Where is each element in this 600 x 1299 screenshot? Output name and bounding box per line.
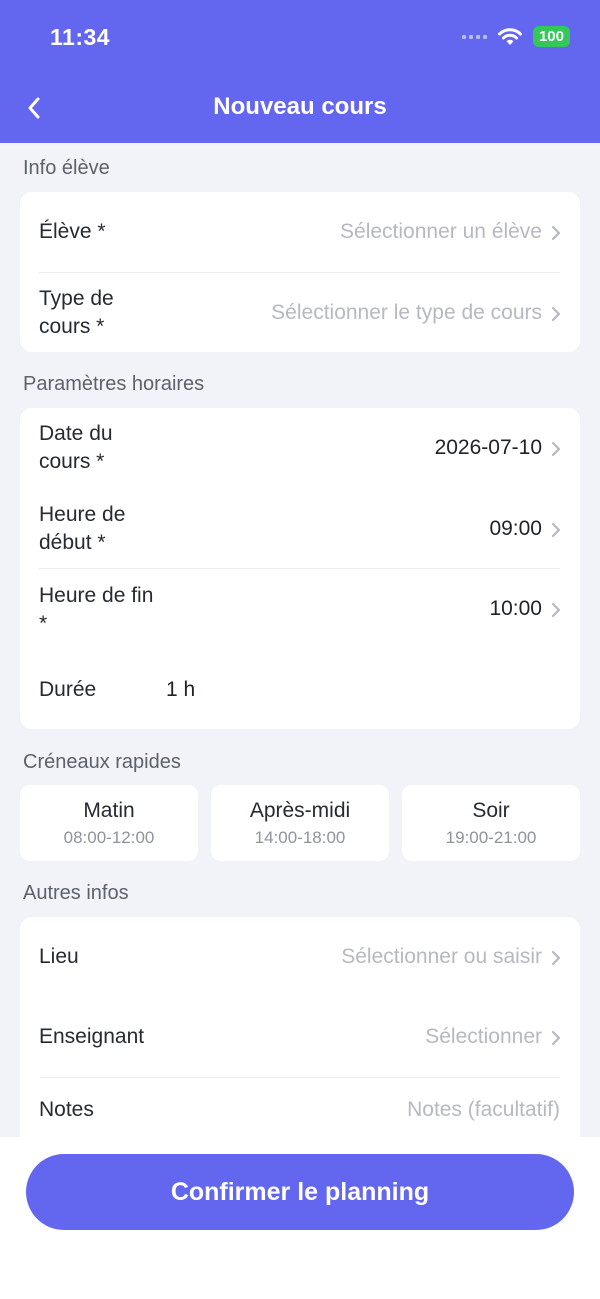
end-time-label-line2: * xyxy=(39,612,48,635)
confirm-planning-button[interactable]: Confirmer le planning xyxy=(26,1154,574,1230)
end-time-label: Heure de fin * xyxy=(39,582,153,638)
teacher-row[interactable]: Enseignant Sélectionner xyxy=(20,997,580,1077)
student-label: Élève * xyxy=(39,220,106,243)
section-title-other: Autres infos xyxy=(23,882,129,904)
course-type-value: Sélectionner le type de cours xyxy=(271,301,542,324)
app-header: 11:34 100 Nouveau cours xyxy=(0,0,600,143)
duration-row: Durée 1 h xyxy=(20,649,580,729)
quick-slot-name: Soir xyxy=(472,799,510,822)
start-time-label: Heure de début * xyxy=(39,501,125,557)
place-value: Sélectionner ou saisir xyxy=(341,945,542,968)
notes-row[interactable]: Notes Notes (facultatif) xyxy=(20,1078,580,1138)
quick-slot-name: Matin xyxy=(83,799,135,822)
date-value: 2026-07-10 xyxy=(434,436,542,459)
chevron-right-icon xyxy=(551,602,561,618)
date-label-line1: Date du xyxy=(39,422,113,445)
chevron-right-icon xyxy=(551,950,561,966)
date-row[interactable]: Date du cours * 2026-07-10 xyxy=(20,408,580,488)
page-title: Nouveau cours xyxy=(213,93,387,120)
status-icons: 100 xyxy=(461,26,570,47)
quick-slot-evening[interactable]: Soir 19:00-21:00 xyxy=(402,785,580,861)
course-type-label: Type de cours * xyxy=(39,285,114,341)
duration-value: 1 h xyxy=(166,678,196,701)
place-label: Lieu xyxy=(39,945,79,968)
other-info-card: Lieu Sélectionner ou saisir Enseignant S… xyxy=(20,917,580,1157)
chevron-right-icon xyxy=(551,522,561,538)
battery-indicator: 100 xyxy=(532,26,570,47)
quick-slot-morning[interactable]: Matin 08:00-12:00 xyxy=(20,785,198,861)
schedule-card: Date du cours * 2026-07-10 Heure de débu… xyxy=(20,408,580,729)
course-type-label-line1: Type de xyxy=(39,287,114,310)
course-type-row[interactable]: Type de cours * Sélectionner le type de … xyxy=(20,273,580,352)
quick-slot-time: 08:00-12:00 xyxy=(63,828,155,847)
quick-slot-name: Après-midi xyxy=(249,799,351,822)
date-label-line2: cours * xyxy=(39,450,105,473)
section-title-schedule: Paramètres horaires xyxy=(23,373,205,395)
duration-label: Durée xyxy=(39,678,97,701)
start-time-label-line2: début * xyxy=(39,531,106,554)
end-time-label-line1: Heure de fin xyxy=(39,584,154,607)
chevron-right-icon xyxy=(551,225,561,241)
place-row[interactable]: Lieu Sélectionner ou saisir xyxy=(20,917,580,997)
teacher-label: Enseignant xyxy=(39,1025,145,1048)
quick-slot-time: 14:00-18:00 xyxy=(254,828,346,847)
chevron-right-icon xyxy=(551,1030,561,1046)
start-time-value: 09:00 xyxy=(489,517,542,540)
chevron-right-icon xyxy=(551,306,561,322)
student-info-card: Élève * Sélectionner un élève Type de co… xyxy=(20,192,580,352)
notes-input[interactable]: Notes (facultatif) xyxy=(407,1096,560,1124)
section-title-quick-slots: Créneaux rapides xyxy=(23,751,181,773)
student-select-row[interactable]: Élève * Sélectionner un élève xyxy=(20,192,580,272)
start-time-row[interactable]: Heure de début * 09:00 xyxy=(20,488,580,568)
chevron-right-icon xyxy=(551,441,561,457)
status-time: 11:34 xyxy=(50,24,111,50)
end-time-value: 10:00 xyxy=(489,597,542,620)
quick-slot-afternoon[interactable]: Après-midi 14:00-18:00 xyxy=(211,785,389,861)
section-title-student: Info élève xyxy=(23,157,110,179)
student-value: Sélectionner un élève xyxy=(340,220,542,243)
course-type-label-line2: cours * xyxy=(39,315,105,338)
quick-slot-time: 19:00-21:00 xyxy=(445,828,537,847)
start-time-label-line1: Heure de xyxy=(39,503,126,526)
end-time-row[interactable]: Heure de fin * 10:00 xyxy=(20,569,580,649)
teacher-value: Sélectionner xyxy=(425,1025,542,1048)
wifi-icon xyxy=(497,27,522,45)
cellular-signal-icon xyxy=(461,34,487,39)
notes-label: Notes xyxy=(39,1098,94,1121)
date-label: Date du cours * xyxy=(39,420,113,476)
